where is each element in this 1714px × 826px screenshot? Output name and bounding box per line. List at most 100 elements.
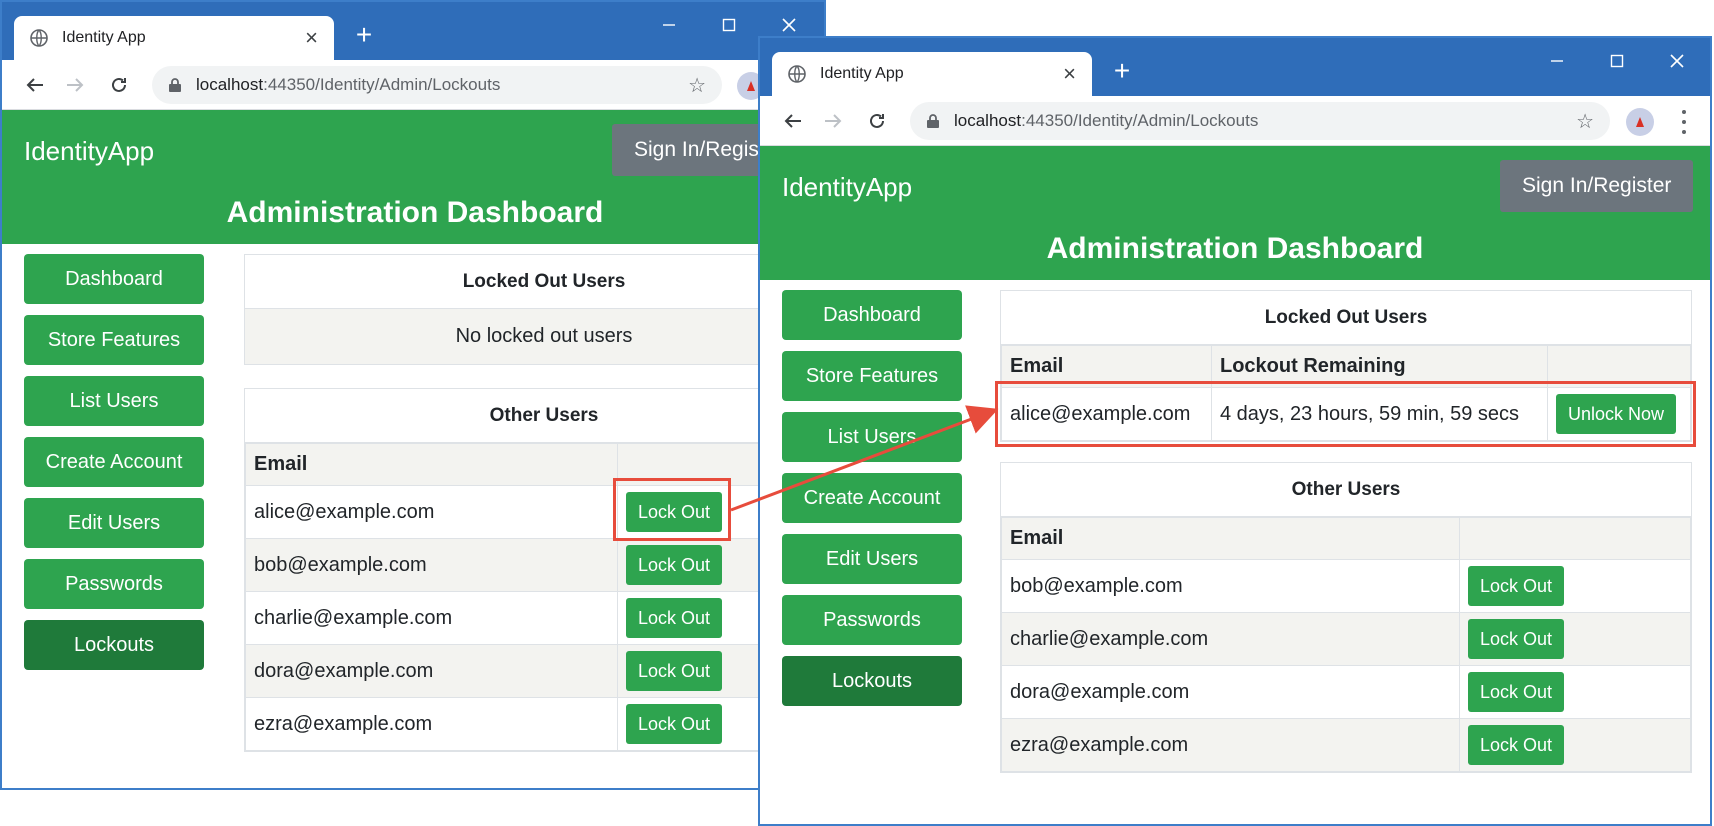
sign-in-register-button[interactable]: Sign In/Register	[1500, 160, 1694, 212]
star-icon[interactable]: ☆	[688, 73, 706, 98]
sidebar-nav: Dashboard Store Features List Users Crea…	[24, 254, 204, 681]
brand-logo[interactable]: IdentityApp	[24, 136, 154, 167]
table-row: dora@example.com Lock Out	[1001, 665, 1691, 719]
globe-icon	[30, 29, 48, 47]
sidebar-item-lockouts[interactable]: Lockouts	[782, 656, 962, 706]
maximize-icon[interactable]	[1590, 44, 1644, 78]
close-icon[interactable]: ×	[1063, 63, 1076, 85]
panel-title: Other Users	[245, 389, 824, 443]
sidebar-item-store-features[interactable]: Store Features	[24, 315, 204, 365]
globe-icon	[788, 65, 806, 83]
address-bar[interactable]: localhost:44350/Identity/Admin/Lockouts …	[152, 66, 722, 104]
sidebar-item-dashboard[interactable]: Dashboard	[24, 254, 204, 304]
address-bar[interactable]: localhost:44350/Identity/Admin/Lockouts …	[910, 102, 1610, 140]
url-text: localhost:44350/Identity/Admin/Lockouts	[954, 111, 1259, 130]
arrow-right-icon[interactable]	[820, 108, 846, 134]
sidebar-item-list-users[interactable]: List Users	[782, 412, 962, 462]
sidebar-item-edit-users[interactable]: Edit Users	[782, 534, 962, 584]
lock-out-button[interactable]: Lock Out	[1468, 672, 1565, 712]
brand-logo[interactable]: IdentityApp	[782, 172, 912, 203]
title-bar: Identity App × +	[2, 2, 824, 60]
user-email: ezra@example.com	[245, 697, 618, 751]
sidebar-item-create-account[interactable]: Create Account	[782, 473, 962, 523]
user-email: bob@example.com	[245, 538, 618, 592]
lock-icon	[168, 77, 184, 93]
locked-out-users-panel: Locked Out Users No locked out users	[244, 254, 824, 365]
lock-out-button[interactable]: Lock Out	[1468, 566, 1565, 606]
plus-icon[interactable]: +	[1108, 57, 1136, 86]
sidebar-item-passwords[interactable]: Passwords	[782, 595, 962, 645]
column-header-email: Email	[245, 443, 618, 486]
star-icon[interactable]: ☆	[1576, 109, 1594, 134]
sidebar-nav: Dashboard Store Features List Users Crea…	[782, 290, 962, 717]
kebab-icon[interactable]	[1680, 110, 1688, 134]
panel-title: Locked Out Users	[245, 255, 824, 309]
app-header: IdentityApp Sign In/Register Administrat…	[2, 110, 824, 244]
sidebar-item-dashboard[interactable]: Dashboard	[782, 290, 962, 340]
lock-out-button[interactable]: Lock Out	[626, 704, 723, 744]
sidebar-item-create-account[interactable]: Create Account	[24, 437, 204, 487]
page-title: Administration Dashboard	[1046, 232, 1424, 265]
browser-window-before: Identity App × + localhost:44350/Identit…	[0, 0, 826, 790]
column-header-email: Email	[1001, 517, 1460, 560]
panel-title: Other Users	[1001, 463, 1691, 517]
url-text: localhost:44350/Identity/Admin/Lockouts	[196, 75, 501, 94]
callout-highlight-lock-out	[613, 478, 731, 541]
user-email: ezra@example.com	[1001, 718, 1460, 772]
lock-out-button[interactable]: Lock Out	[1468, 619, 1565, 659]
lock-out-button[interactable]: Lock Out	[626, 598, 723, 638]
empty-message: No locked out users	[245, 309, 824, 364]
user-email: charlie@example.com	[1001, 612, 1460, 666]
user-email: bob@example.com	[1001, 559, 1460, 613]
sidebar-item-store-features[interactable]: Store Features	[782, 351, 962, 401]
avatar-icon[interactable]	[1626, 108, 1654, 136]
minimize-icon[interactable]	[642, 8, 696, 42]
maximize-icon[interactable]	[702, 8, 756, 42]
column-header-actions	[1459, 517, 1691, 560]
other-users-table: Email bob@example.com Lock Out charlie@e…	[1001, 517, 1691, 772]
table-row: charlie@example.com Lock Out	[1001, 612, 1691, 666]
table-row: bob@example.com Lock Out	[1001, 559, 1691, 613]
tab-title: Identity App	[62, 29, 146, 46]
user-email: charlie@example.com	[245, 591, 618, 645]
sidebar-item-list-users[interactable]: List Users	[24, 376, 204, 426]
reload-icon[interactable]	[864, 108, 890, 134]
arrow-right-icon[interactable]	[62, 72, 88, 98]
reload-icon[interactable]	[106, 72, 132, 98]
table-row: ezra@example.com Lock Out	[1001, 718, 1691, 772]
table-row: alice@example.com Lock Out	[245, 485, 824, 539]
other-users-panel: Other Users Email alice@example.com Lock…	[244, 388, 824, 752]
arrow-left-icon[interactable]	[22, 72, 48, 98]
close-icon[interactable]: ×	[305, 27, 318, 49]
table-row: bob@example.com Lock Out	[245, 538, 824, 592]
lock-out-button[interactable]: Lock Out	[626, 545, 723, 585]
minimize-icon[interactable]	[1530, 44, 1584, 78]
user-email: dora@example.com	[1001, 665, 1460, 719]
table-row: ezra@example.com Lock Out	[245, 697, 824, 751]
window-close-icon[interactable]	[1650, 44, 1704, 78]
sidebar-item-edit-users[interactable]: Edit Users	[24, 498, 204, 548]
browser-toolbar: localhost:44350/Identity/Admin/Lockouts …	[2, 60, 824, 110]
title-bar: Identity App × +	[760, 38, 1710, 96]
lock-icon	[926, 113, 942, 129]
table-row: dora@example.com Lock Out	[245, 644, 824, 698]
tab-title: Identity App	[820, 65, 904, 82]
arrow-left-icon[interactable]	[780, 108, 806, 134]
other-users-panel: Other Users Email bob@example.com Lock O…	[1000, 462, 1692, 773]
table-row: charlie@example.com Lock Out	[245, 591, 824, 645]
sidebar-item-passwords[interactable]: Passwords	[24, 559, 204, 609]
user-email: dora@example.com	[245, 644, 618, 698]
lock-out-button[interactable]: Lock Out	[626, 651, 723, 691]
panel-title: Locked Out Users	[1001, 291, 1691, 345]
sidebar-item-lockouts[interactable]: Lockouts	[24, 620, 204, 670]
user-email: alice@example.com	[245, 485, 618, 539]
lock-out-button[interactable]: Lock Out	[1468, 725, 1565, 765]
callout-highlight-locked-row	[995, 381, 1696, 447]
page-title: Administration Dashboard	[226, 196, 604, 229]
browser-tab[interactable]: Identity App ×	[772, 52, 1092, 96]
other-users-table: Email alice@example.com Lock Out bob@exa…	[245, 443, 824, 751]
browser-tab[interactable]: Identity App ×	[14, 16, 334, 60]
app-header: IdentityApp Sign In/Register Administrat…	[760, 146, 1710, 280]
plus-icon[interactable]: +	[350, 21, 378, 50]
browser-toolbar: localhost:44350/Identity/Admin/Lockouts …	[760, 96, 1710, 146]
